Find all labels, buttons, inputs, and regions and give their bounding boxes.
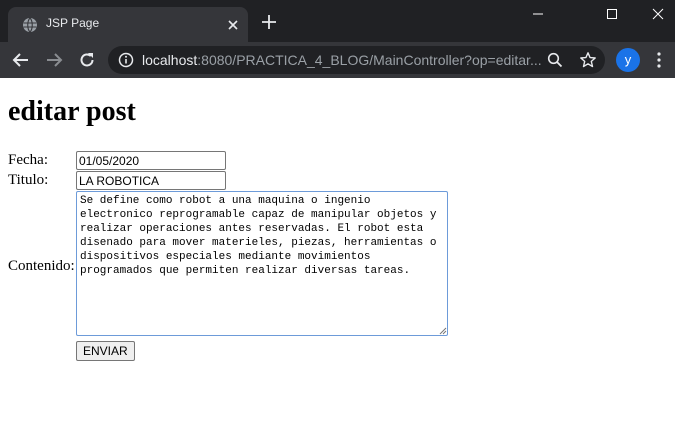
minimize-button[interactable]: [515, 0, 561, 30]
page-title: editar post: [8, 96, 136, 127]
resize-grip-icon[interactable]: [437, 325, 447, 335]
url-text[interactable]: localhost:8080/PRACTICA_4_BLOG/MainContr…: [142, 52, 542, 68]
info-icon[interactable]: [118, 52, 134, 68]
titulo-label: Titulo:: [8, 172, 49, 188]
address-bar[interactable]: localhost:8080/PRACTICA_4_BLOG/MainContr…: [108, 46, 605, 74]
maximize-icon: [607, 9, 617, 19]
enviar-button[interactable]: ENVIAR: [76, 341, 135, 361]
close-tab-icon[interactable]: [225, 17, 241, 33]
titulo-input[interactable]: [76, 171, 226, 190]
forward-arrow-icon[interactable]: [44, 50, 64, 70]
page-content: editar post Fecha: Titulo: Contenido: Se…: [0, 78, 675, 438]
tab-title: JSP Page: [46, 16, 100, 30]
window-close-button[interactable]: [635, 0, 675, 30]
browser-toolbar: localhost:8080/PRACTICA_4_BLOG/MainContr…: [0, 42, 675, 78]
url-path: :8080/PRACTICA_4_BLOG/MainController?op=…: [197, 52, 542, 68]
tab-strip: JSP Page: [0, 0, 675, 42]
minimize-icon: [533, 13, 543, 15]
back-arrow-icon[interactable]: [11, 50, 31, 70]
fecha-label: Fecha:: [8, 152, 48, 168]
url-host: localhost: [142, 52, 198, 68]
browser-tab[interactable]: JSP Page: [8, 7, 248, 42]
new-tab-icon[interactable]: [259, 12, 279, 32]
maximize-button[interactable]: [589, 0, 635, 30]
reload-icon[interactable]: [77, 50, 97, 70]
bookmark-star-icon[interactable]: [579, 51, 597, 69]
window-close-icon: [652, 8, 664, 20]
profile-avatar[interactable]: y: [616, 48, 640, 72]
fecha-input[interactable]: [76, 151, 226, 170]
zoom-icon[interactable]: [547, 52, 563, 68]
kebab-menu-icon[interactable]: [651, 51, 667, 69]
contenido-label: Contenido:: [8, 258, 75, 274]
globe-icon: [23, 17, 37, 33]
contenido-textarea[interactable]: Se define como robot a una maquina o ing…: [76, 191, 448, 336]
